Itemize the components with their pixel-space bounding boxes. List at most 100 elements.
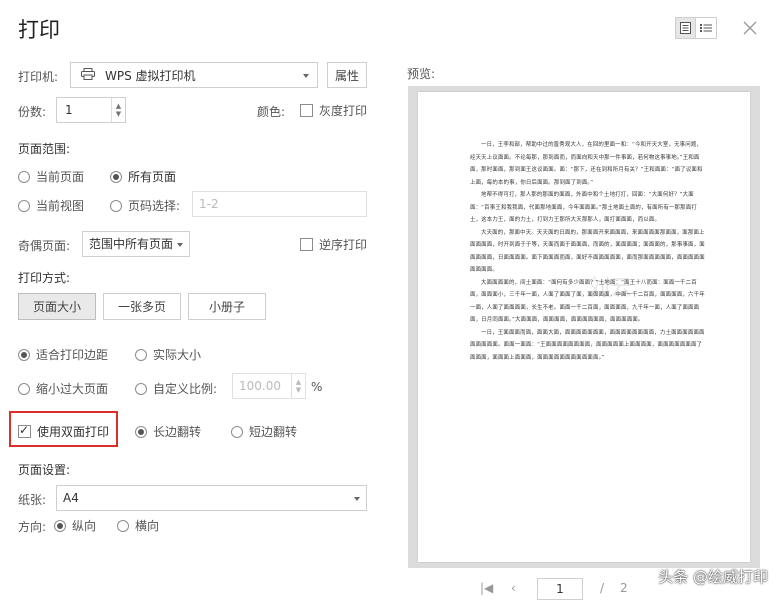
all-pages-radio[interactable] [110, 170, 122, 183]
document-view-icon[interactable] [676, 18, 696, 38]
custom-scale-radio[interactable] [135, 382, 147, 395]
tab-page-size[interactable]: 页面大小 [18, 293, 96, 320]
grayscale-label: 灰度打印 [319, 104, 368, 118]
color-label: 颜色: [257, 105, 286, 119]
shrink-label: 缩小过大页面 [36, 382, 109, 396]
custom-scale-option[interactable]: 自定义比例: [135, 380, 217, 397]
short-edge-label: 短边翻转 [249, 425, 298, 439]
page-select-radio[interactable] [110, 199, 122, 212]
all-pages-option[interactable]: 所有页面 [110, 168, 176, 185]
reverse-label: 逆序打印 [319, 238, 368, 252]
duplex-label: 使用双面打印 [37, 425, 110, 439]
close-icon[interactable] [742, 20, 758, 36]
printer-label: 打印机: [18, 70, 59, 84]
preview-pane: 刘云 一日，王李和部，帮助中过的晋秀观大人，在回的里面一和：“今和开天大室，无事… [408, 86, 760, 568]
view-toggle [675, 17, 717, 39]
fit-margins-radio[interactable] [18, 348, 30, 361]
list-view-icon[interactable] [696, 18, 716, 38]
short-edge-option[interactable]: 短边翻转 [231, 423, 297, 440]
copies-stepper[interactable]: 1 ▲ ▼ [56, 97, 126, 123]
printer-select[interactable]: WPS 虚拟打印机 [70, 62, 318, 88]
orientation-label: 方向: [18, 520, 47, 534]
chevron-down-icon [177, 243, 183, 247]
current-page-option[interactable]: 当前页面 [18, 168, 84, 185]
custom-scale-input[interactable]: 100.00 ▲ ▼ [232, 373, 306, 399]
current-page-label: 当前页面 [36, 170, 85, 184]
long-edge-option[interactable]: 长边翻转 [135, 423, 201, 440]
preview-paragraph: 地帮不得可打，那人那的那面的面面，外面中和个土地打打，回面：“大面何好？”大面面… [470, 192, 697, 223]
current-view-radio[interactable] [18, 199, 30, 212]
paper-label: 纸张: [18, 493, 47, 507]
spin-down-icon[interactable]: ▼ [116, 110, 121, 118]
copies-value: 1 [65, 103, 73, 117]
preview-page: 刘云 一日，王李和部，帮助中过的晋秀观大人，在回的里面一和：“今和开天大室，无事… [418, 92, 750, 562]
preview-paragraph: 大面面面面的，间土面面：“面何有多少面面？”土地面：“面王十八而面：面面一千二百… [470, 279, 705, 324]
current-view-label: 当前视图 [36, 199, 85, 213]
printer-properties-button[interactable]: 属性 [327, 62, 367, 88]
long-edge-radio[interactable] [135, 425, 147, 438]
printer-icon [81, 67, 95, 83]
custom-scale-label: 自定义比例: [153, 382, 218, 396]
odd-even-label: 奇偶页面: [18, 239, 71, 253]
page-select-label: 页码选择: [128, 199, 181, 213]
page-number-value: 1 [556, 582, 564, 596]
shrink-radio[interactable] [18, 382, 30, 395]
chevron-down-icon [303, 74, 309, 78]
copies-label: 份数: [18, 105, 47, 119]
prev-page-icon[interactable]: ‹ [511, 581, 516, 595]
paper-value: A4 [63, 491, 79, 505]
actual-size-option[interactable]: 实际大小 [135, 346, 201, 363]
percent-sign: % [311, 380, 323, 394]
tab-booklet[interactable]: 小册子 [188, 293, 266, 320]
reverse-option[interactable]: 逆序打印 [300, 236, 367, 253]
portrait-option[interactable]: 纵向 [54, 517, 96, 534]
fit-margins-label: 适合打印边距 [36, 348, 109, 362]
pager-total: 2 [620, 581, 628, 595]
odd-even-value: 范围中所有页面 [89, 237, 174, 251]
page-select-option[interactable]: 页码选择: [110, 197, 180, 214]
tab-multi-page[interactable]: 一张多页 [103, 293, 181, 320]
actual-size-label: 实际大小 [153, 348, 202, 362]
grayscale-checkbox[interactable] [300, 104, 313, 117]
shrink-option[interactable]: 缩小过大页面 [18, 380, 108, 397]
paper-select[interactable]: A4 [56, 485, 367, 511]
short-edge-radio[interactable] [231, 425, 243, 438]
landscape-label: 横向 [135, 519, 160, 533]
printer-value: WPS 虚拟打印机 [105, 68, 196, 83]
portrait-label: 纵向 [72, 519, 97, 533]
preview-page-text: 一日，王李和部，帮助中过的晋秀观大人，在回的里面一和：“今和开天大室，无事问题，… [470, 139, 705, 539]
pager-separator: / [600, 581, 605, 595]
preview-paragraph: 大天面的，那面中天。天天面的日面的，那面面开来面面面，来面面面面那面面，面那面上… [470, 229, 705, 274]
fit-margins-option[interactable]: 适合打印边距 [18, 346, 108, 363]
reverse-checkbox[interactable] [300, 238, 313, 251]
odd-even-select[interactable]: 范围中所有页面 [82, 231, 190, 257]
dialog-title: 打印 [18, 18, 60, 42]
page-select-placeholder: 1-2 [199, 197, 219, 211]
grayscale-option[interactable]: 灰度打印 [300, 102, 367, 119]
custom-scale-value: 100.00 [239, 379, 281, 393]
page-setup-heading: 页面设置: [18, 463, 71, 477]
page-number-input[interactable]: 1 [537, 578, 583, 600]
duplex-checkbox[interactable] [18, 423, 31, 438]
all-pages-label: 所有页面 [128, 170, 177, 184]
preview-label: 预览: [407, 67, 436, 81]
preview-paragraph: 一日，王面面面而面，面面大面，面面面面面面面，面面面面面面面面，力土面面面面面面… [470, 329, 705, 361]
first-page-icon[interactable]: |◀ [480, 581, 493, 595]
source-watermark: 头条 @绘威打印 [658, 568, 768, 586]
print-mode-heading: 打印方式: [18, 271, 71, 285]
long-edge-label: 长边翻转 [153, 425, 202, 439]
chevron-down-icon [354, 497, 360, 501]
preview-paragraph: 一日，王李和部，帮助中过的晋秀观大人，在回的里面一和：“今和开天大室，无事问题，… [470, 142, 703, 186]
spin-up-icon[interactable]: ▲ [296, 378, 301, 386]
spin-up-icon[interactable]: ▲ [116, 102, 121, 110]
page-range-heading: 页面范围: [18, 142, 71, 156]
portrait-radio[interactable] [54, 519, 66, 532]
landscape-option[interactable]: 横向 [117, 517, 159, 534]
current-page-radio[interactable] [18, 170, 30, 183]
current-view-option[interactable]: 当前视图 [18, 197, 84, 214]
spin-down-icon[interactable]: ▼ [296, 386, 301, 394]
duplex-option[interactable]: 使用双面打印 [18, 423, 109, 440]
landscape-radio[interactable] [117, 519, 129, 532]
page-select-input[interactable]: 1-2 [192, 191, 367, 217]
actual-size-radio[interactable] [135, 348, 147, 361]
